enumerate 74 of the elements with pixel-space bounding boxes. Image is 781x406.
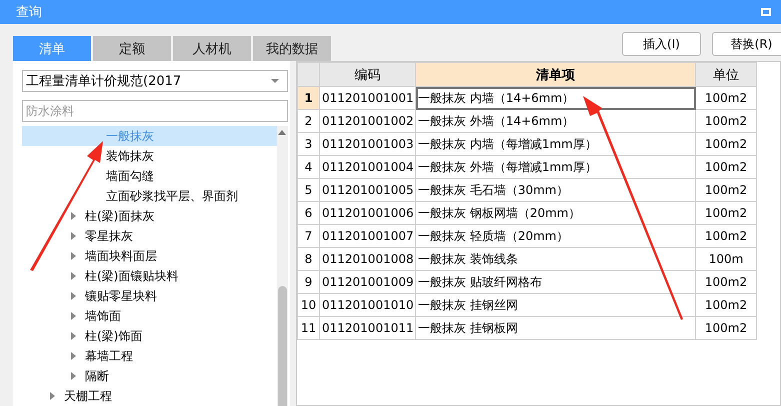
expand-arrow-icon[interactable]	[71, 312, 76, 320]
expand-arrow-icon[interactable]	[71, 232, 76, 240]
table-cell: 011201001007	[320, 224, 416, 248]
tree-item[interactable]: 镶贴零星块料	[22, 286, 277, 306]
tree-item[interactable]: 装饰抹灰	[22, 146, 277, 166]
expand-arrow-icon[interactable]	[71, 252, 76, 260]
tree-item[interactable]: 墙面块料面层	[22, 246, 277, 266]
expand-arrow-icon[interactable]	[71, 332, 76, 340]
column-header[interactable]: 编码	[320, 62, 416, 86]
expand-arrow-icon[interactable]	[71, 292, 76, 300]
window-title: 查询	[16, 4, 42, 21]
table-cell: 011201001001	[320, 86, 416, 110]
table-cell: 011201001008	[320, 248, 416, 270]
search-field[interactable]: 防水涂料	[22, 100, 288, 122]
table-cell: 100m2	[696, 132, 756, 156]
row-number[interactable]: 7	[298, 224, 320, 248]
row-number[interactable]: 5	[298, 178, 320, 202]
table-cell: 100m2	[696, 156, 756, 178]
expand-arrow-icon[interactable]	[71, 352, 76, 360]
column-header[interactable]: 清单项	[416, 62, 696, 86]
tree-item[interactable]: 隔断	[22, 366, 277, 386]
row-number[interactable]: 6	[298, 202, 320, 224]
row-number[interactable]: 3	[298, 132, 320, 156]
expand-arrow-icon[interactable]	[50, 392, 55, 400]
action-button[interactable]: 替换(R)	[712, 32, 781, 56]
table-cell: 一般抹灰 挂钢板网	[416, 316, 696, 340]
row-number[interactable]: 1	[298, 86, 320, 110]
table-cell: 100m	[696, 248, 756, 270]
table-cell: 100m2	[696, 316, 756, 340]
table-cell: 100m2	[696, 270, 756, 294]
tree-item[interactable]: 柱(梁)面镶贴块料	[22, 266, 277, 286]
scrollbar[interactable]	[277, 126, 288, 406]
expand-arrow-icon[interactable]	[71, 212, 76, 220]
action-button[interactable]: 插入(I)	[622, 32, 701, 56]
dropdown[interactable]: 工程量清单计价规范(2017	[22, 70, 288, 92]
table-cell: 100m2	[696, 224, 756, 248]
row-number[interactable]: 2	[298, 110, 320, 132]
row-number[interactable]: 11	[298, 316, 320, 340]
table-cell: 011201001006	[320, 202, 416, 224]
dropdown-caret-icon	[271, 79, 279, 83]
table-cell: 011201001009	[320, 270, 416, 294]
table-cell: 一般抹灰 内墙（14+6mm）	[416, 86, 696, 110]
row-number[interactable]: 4	[298, 156, 320, 178]
tree-item[interactable]: 立面砂浆找平层、界面剂	[22, 186, 277, 206]
tab[interactable]: 定额	[93, 36, 171, 61]
table-cell: 100m2	[696, 294, 756, 316]
expand-arrow-icon[interactable]	[71, 272, 76, 280]
tab[interactable]: 我的数据	[253, 36, 331, 61]
tree-item[interactable]: 墙饰面	[22, 306, 277, 326]
expand-arrow-icon[interactable]	[71, 372, 76, 380]
table-cell: 100m2	[696, 202, 756, 224]
table-cell: 100m2	[696, 110, 756, 132]
table-cell: 100m2	[696, 86, 756, 110]
tree-item[interactable]: 幕墙工程	[22, 346, 277, 366]
row-number[interactable]: 8	[298, 248, 320, 270]
table-cell: 100m2	[696, 178, 756, 202]
table-cell: 011201001004	[320, 156, 416, 178]
scrollbar-thumb[interactable]	[278, 286, 287, 406]
maximize-button[interactable]	[761, 8, 771, 16]
tree-item[interactable]: 柱(梁)面抹灰	[22, 206, 277, 226]
tree-item[interactable]: 零星抹灰	[22, 226, 277, 246]
row-number[interactable]: 9	[298, 270, 320, 294]
row-number[interactable]: 10	[298, 294, 320, 316]
table-cell: 011201001002	[320, 110, 416, 132]
table-cell: 011201001005	[320, 178, 416, 202]
table-cell: 011201001010	[320, 294, 416, 316]
tree-item[interactable]: 墙面勾缝	[22, 166, 277, 186]
tab[interactable]: 人材机	[173, 36, 251, 61]
table-cell: 011201001011	[320, 316, 416, 340]
tree-item[interactable]: 天棚工程	[22, 386, 277, 406]
table-cell: 011201001003	[320, 132, 416, 156]
scroll-up-icon[interactable]	[278, 130, 286, 135]
column-header[interactable]: 单位	[696, 62, 756, 86]
tree-item[interactable]: 柱(梁)饰面	[22, 326, 277, 346]
